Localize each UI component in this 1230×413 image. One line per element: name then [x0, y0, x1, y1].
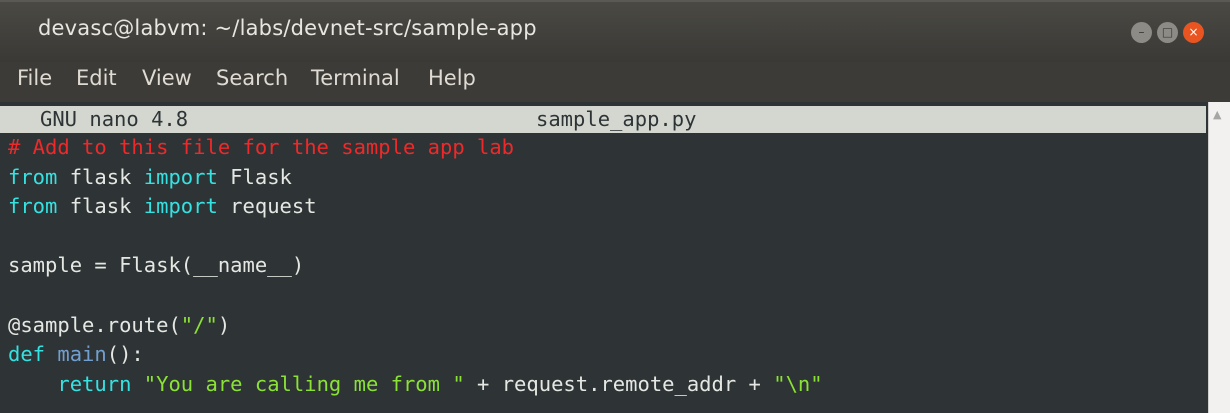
menu-file[interactable]: File — [17, 66, 52, 90]
close-button[interactable]: × — [1183, 22, 1204, 43]
code-token: "You are calling me from " — [143, 371, 465, 396]
window-controls: – □ × — [1131, 22, 1204, 43]
minimize-button[interactable]: – — [1131, 22, 1152, 43]
code-token: ) — [217, 312, 231, 337]
menu-search[interactable]: Search — [216, 66, 288, 90]
code-token: + request.remote_addr + — [464, 371, 774, 396]
code-token: def — [8, 342, 46, 367]
code-line: def main(): — [8, 340, 823, 370]
menu-help[interactable]: Help — [428, 66, 476, 90]
terminal-area[interactable]: GNU nano 4.8 sample_app.py # Add to this… — [0, 102, 1230, 413]
code-token: from — [8, 164, 58, 189]
code-editor[interactable]: # Add to this file for the sample app la… — [8, 133, 823, 399]
code-token: main — [57, 342, 107, 367]
code-token: flask — [57, 194, 144, 219]
terminal-window: devasc@labvm: ~/labs/devnet-src/sample-a… — [0, 0, 1230, 413]
code-token: (): — [106, 342, 144, 367]
code-line: from flask import Flask — [8, 163, 823, 193]
maximize-button[interactable]: □ — [1157, 22, 1178, 43]
window-title: devasc@labvm: ~/labs/devnet-src/sample-a… — [38, 16, 537, 40]
code-token: Flask — [217, 164, 292, 189]
nano-version: GNU nano 4.8 — [40, 107, 189, 131]
code-token: from — [8, 194, 58, 219]
code-line: from flask import request — [8, 192, 823, 222]
code-token: flask — [57, 164, 144, 189]
code-line: sample = Flask(__name__) — [8, 251, 823, 281]
scroll-up-icon[interactable]: ▲ — [1213, 108, 1221, 121]
code-token: import — [143, 194, 218, 219]
title-bar[interactable]: devasc@labvm: ~/labs/devnet-src/sample-a… — [0, 0, 1230, 62]
code-line: # Add to this file for the sample app la… — [8, 133, 823, 163]
menu-edit[interactable]: Edit — [76, 66, 117, 90]
menu-bar: File Edit View Search Terminal Help — [0, 62, 1230, 102]
nano-filename: sample_app.py — [536, 107, 697, 131]
menu-terminal[interactable]: Terminal — [311, 66, 400, 90]
code-token: import — [143, 164, 218, 189]
code-token: "\n" — [773, 371, 823, 396]
code-token: "/" — [180, 312, 218, 337]
code-token: sample = Flask(__name__) — [8, 253, 305, 278]
code-line: return "You are calling me from " + requ… — [8, 370, 823, 400]
menu-view[interactable]: View — [142, 66, 192, 90]
code-token: return — [57, 371, 132, 396]
code-token: @sample.route( — [8, 312, 181, 337]
scrollbar[interactable]: ▲ — [1208, 102, 1230, 413]
nano-header-bar: GNU nano 4.8 sample_app.py — [0, 106, 1206, 133]
code-line: @sample.route("/") — [8, 311, 823, 341]
code-token: request — [217, 194, 317, 219]
code-token: # Add to this file for the sample app la… — [8, 135, 515, 159]
